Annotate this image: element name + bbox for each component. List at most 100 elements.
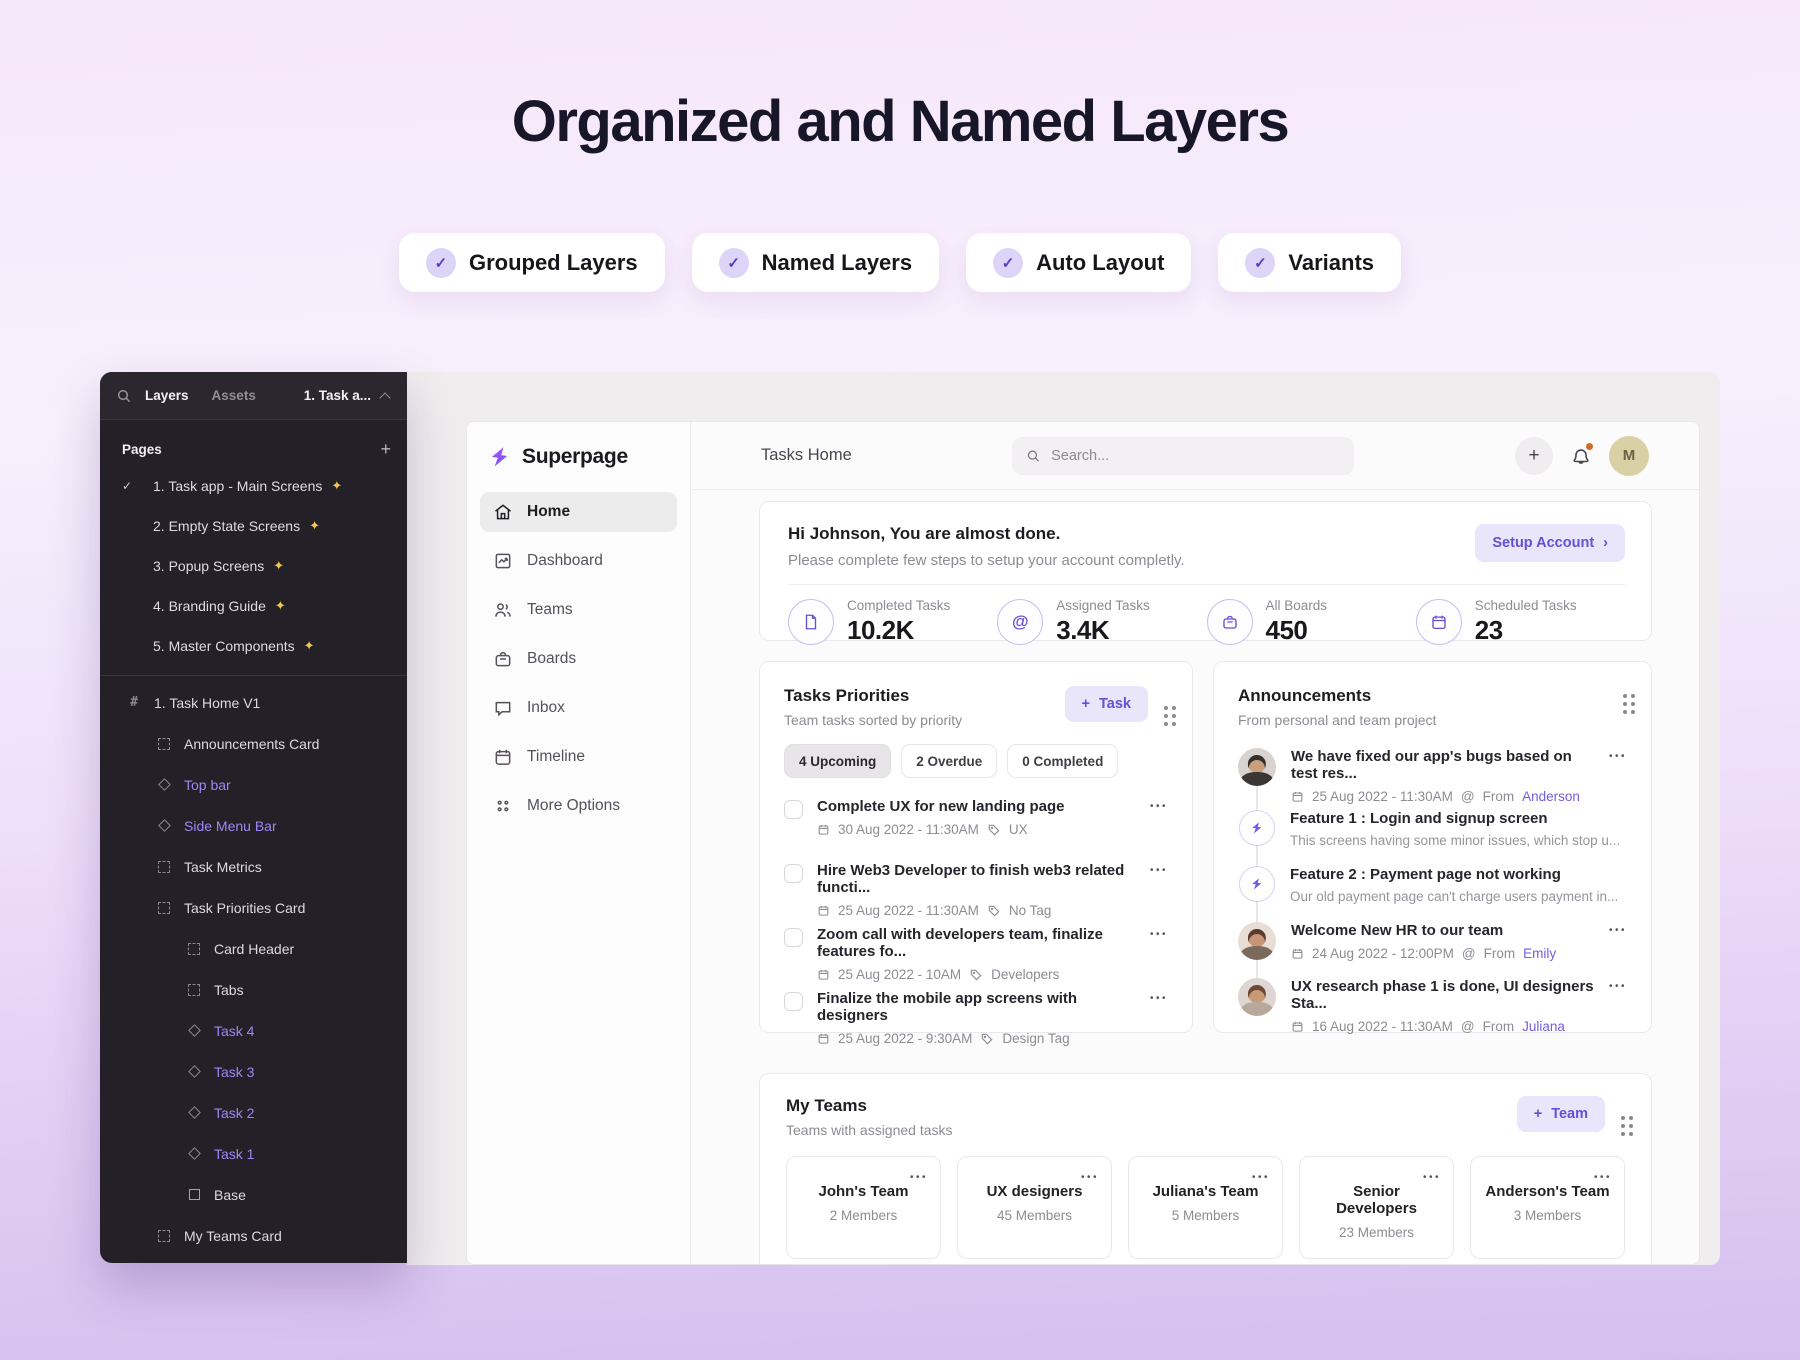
task-title: Hire Web3 Developer to finish web3 relat… (817, 862, 1125, 896)
task-tag: No Tag (1008, 903, 1052, 918)
briefcase-icon (1206, 599, 1253, 645)
team-menu-icon[interactable]: ••• (1423, 1169, 1441, 1183)
layer-row[interactable]: 2. Task app - Main Screens (100, 1256, 407, 1263)
sparkle-icon: ✦ (274, 598, 286, 613)
my-teams-card: My Teams Teams with assigned tasks + Tea… (759, 1073, 1652, 1264)
search-icon[interactable] (116, 388, 132, 404)
sidebar-item-dashboard[interactable]: Dashboard (480, 541, 677, 581)
chevron-up-icon[interactable] (379, 391, 391, 404)
team-name: Anderson's Team (1485, 1183, 1610, 1200)
sparkle-icon: ✦ (273, 558, 285, 573)
drag-handle-icon[interactable] (1623, 694, 1627, 698)
team-card-ux-designers[interactable]: ••• UX designers 45 Members (957, 1156, 1112, 1259)
team-card-andersons-team[interactable]: ••• Anderson's Team 3 Members (1470, 1156, 1625, 1259)
layer-row[interactable]: Announcements Card (100, 723, 407, 764)
team-card-julianas-team[interactable]: ••• Juliana's Team 5 Members (1128, 1156, 1283, 1259)
search-bar[interactable] (1012, 436, 1355, 475)
drag-handle-icon[interactable] (1621, 1116, 1625, 1120)
task-menu-icon[interactable]: ••• (1150, 926, 1168, 940)
nav-label: Boards (527, 650, 577, 667)
notifications-button[interactable] (1570, 442, 1593, 467)
layer-row[interactable]: My Teams Card (100, 1215, 407, 1256)
from-name[interactable]: Juliana (1522, 1019, 1565, 1034)
layer-row[interactable]: Task Metrics (100, 846, 407, 887)
announcement-menu-icon[interactable]: ••• (1609, 978, 1627, 992)
pages-list: ✓ 1. Task app - Main Screens ✦ 2. Empty … (100, 466, 407, 666)
notification-dot (1586, 442, 1593, 450)
task-menu-icon[interactable]: ••• (1150, 862, 1168, 876)
from-name[interactable]: Anderson (1522, 789, 1580, 804)
task-checkbox[interactable] (784, 928, 803, 947)
task-menu-icon[interactable]: ••• (1150, 798, 1168, 812)
badge-named-layers: ✓ Named Layers (691, 233, 940, 292)
add-page-icon[interactable]: + (380, 440, 391, 458)
app-logo-text: Superpage (522, 445, 628, 468)
layer-row[interactable]: Task Priorities Card (100, 887, 407, 928)
group-icon (157, 1229, 171, 1242)
team-menu-icon[interactable]: ••• (1594, 1169, 1612, 1183)
tab-current-page[interactable]: 1. Task a... (304, 388, 371, 403)
card-title: Announcements (1238, 686, 1372, 705)
tab-assets[interactable]: Assets (212, 388, 256, 403)
team-card-senior-developers[interactable]: ••• Senior Developers 23 Members (1299, 1156, 1454, 1259)
announcement-item: Welcome New HR to our team 24 Aug 2022 -… (1238, 916, 1627, 972)
page-item[interactable]: 4. Branding Guide ✦ (100, 586, 407, 626)
announcement-title: Welcome New HR to our team (1291, 922, 1504, 939)
stat-label: Assigned Tasks (1056, 598, 1150, 613)
pages-title: Pages (122, 441, 162, 457)
add-team-button[interactable]: + Team (1516, 1096, 1605, 1132)
layer-row[interactable]: # 1. Task Home V1 (100, 682, 407, 723)
layer-row[interactable]: Top bar (100, 764, 407, 805)
setup-account-button[interactable]: Setup Account › (1475, 524, 1625, 562)
task-checkbox[interactable] (784, 864, 803, 883)
layer-row[interactable]: Task 2 (100, 1092, 407, 1133)
add-task-button[interactable]: + Task (1064, 686, 1148, 722)
tab-upcoming[interactable]: 4 Upcoming (784, 744, 892, 778)
page-item[interactable]: 5. Master Components ✦ (100, 626, 407, 666)
task-checkbox[interactable] (784, 800, 803, 819)
layer-row[interactable]: Tabs (100, 969, 407, 1010)
announcement-menu-icon[interactable]: ••• (1609, 748, 1627, 762)
layer-label: 1. Task Home V1 (154, 694, 261, 711)
layer-row[interactable]: Task 4 (100, 1010, 407, 1051)
page-item[interactable]: ✓ 1. Task app - Main Screens ✦ (100, 466, 407, 506)
tab-completed[interactable]: 0 Completed (1007, 744, 1119, 778)
layer-label: Task 2 (214, 1104, 255, 1121)
layer-row[interactable]: Card Header (100, 928, 407, 969)
sidebar-item-timeline[interactable]: Timeline (480, 737, 677, 777)
team-menu-icon[interactable]: ••• (910, 1169, 928, 1183)
team-card-johns-team[interactable]: ••• John's Team 2 Members (786, 1156, 941, 1259)
from-name[interactable]: Emily (1523, 946, 1556, 961)
badge-label: Variants (1288, 249, 1375, 275)
announcement-menu-icon[interactable]: ••• (1609, 922, 1627, 936)
search-input[interactable] (1051, 447, 1341, 464)
layer-row[interactable]: Base (100, 1174, 407, 1215)
sidebar-item-boards[interactable]: Boards (480, 639, 677, 679)
layer-label: Top bar (184, 776, 231, 793)
team-menu-icon[interactable]: ••• (1252, 1169, 1270, 1183)
dashboard-icon (495, 553, 511, 569)
layers-panel-tabs: Layers Assets 1. Task a... (100, 372, 407, 420)
sidebar-item-more-options[interactable]: More Options (480, 786, 677, 826)
task-checkbox[interactable] (784, 992, 803, 1011)
task-menu-icon[interactable]: ••• (1150, 990, 1168, 1004)
task-row: Hire Web3 Developer to finish web3 relat… (784, 850, 1168, 918)
add-button[interactable]: + (1515, 436, 1553, 475)
layer-row[interactable]: Side Menu Bar (100, 805, 407, 846)
team-menu-icon[interactable]: ••• (1081, 1169, 1099, 1183)
sidebar-item-inbox[interactable]: Inbox (480, 688, 677, 728)
tab-layers[interactable]: Layers (145, 388, 189, 403)
inbox-icon (495, 701, 511, 717)
tab-overdue[interactable]: 2 Overdue (901, 744, 998, 778)
drag-handle-icon[interactable] (1164, 706, 1168, 710)
user-avatar[interactable]: M (1609, 435, 1649, 476)
sidebar-item-home[interactable]: Home (480, 492, 677, 532)
stat-all-boards: All Boards 450 (1206, 598, 1416, 646)
layers-tree: # 1. Task Home V1 Announcements Card Top… (100, 682, 407, 1263)
calendar-icon (1292, 1021, 1303, 1032)
page-item[interactable]: 3. Popup Screens ✦ (100, 546, 407, 586)
layer-row[interactable]: Task 1 (100, 1133, 407, 1174)
sidebar-item-teams[interactable]: Teams (480, 590, 677, 630)
page-item[interactable]: 2. Empty State Screens ✦ (100, 506, 407, 546)
layer-row[interactable]: Task 3 (100, 1051, 407, 1092)
